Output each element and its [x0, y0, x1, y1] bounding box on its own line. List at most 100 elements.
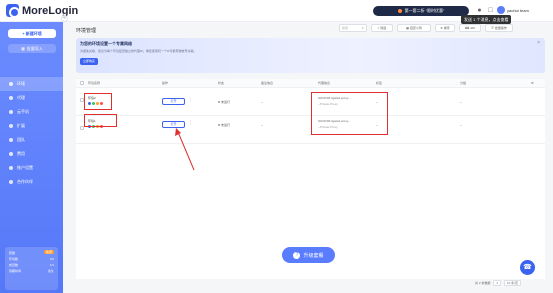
avatar: [497, 6, 505, 14]
select-all-checkbox[interactable]: [80, 81, 84, 85]
batch-label: 批量操作: [494, 26, 507, 30]
group-cell: --: [460, 100, 462, 104]
buy-now-button[interactable]: 立即购买: [80, 58, 99, 65]
team-icon: [9, 138, 13, 142]
status-badge: 未运行: [218, 100, 230, 104]
column-header-proxy: 代理信息: [318, 81, 331, 85]
upgrade-icon: ?: [293, 251, 301, 259]
import-icon: ▦: [21, 46, 25, 51]
column-header-remark: 备注信息: [261, 81, 274, 85]
sidebar-item-proxy[interactable]: 代理: [0, 91, 63, 105]
sidebar-item-extensions[interactable]: 扩展: [0, 119, 63, 133]
column-header-name[interactable]: 环境名称: [88, 81, 100, 85]
annotation-box-proxy: [311, 92, 388, 135]
search-icon: ⚲: [361, 26, 364, 30]
remark-cell: --: [261, 100, 263, 104]
sidebar-item-cloud-phone[interactable]: 云手机: [0, 105, 63, 119]
open-button[interactable]: 打开: [162, 98, 185, 105]
batch-actions-button[interactable]: ☰ 批量操作: [485, 24, 513, 32]
sidebar-item-team[interactable]: 团队: [0, 133, 63, 147]
plan-row-label: 到期时间: [9, 269, 22, 273]
sort-button[interactable]: ⇅ 排序: [435, 24, 455, 32]
sidebar-item-partner[interactable]: 合作伙伴: [0, 175, 63, 189]
status-badge: 未运行: [218, 123, 230, 127]
batch-icon: ☰: [491, 26, 494, 30]
status-text: 未运行: [221, 100, 231, 104]
logo-icon: [6, 4, 20, 18]
notification-tooltip: 发送 1 个消息，点击查看: [461, 15, 512, 24]
cloud-phone-icon: [9, 110, 13, 114]
bulk-import-button[interactable]: ▦ 批量导入: [8, 44, 56, 53]
sort-icon: ⇅: [440, 26, 443, 30]
notification-icon[interactable]: ●: [475, 6, 484, 15]
more-options-icon[interactable]: ⋮: [188, 97, 193, 103]
annotation-box-name-2: [84, 114, 117, 127]
table-header: 环境名称 操作 状态 备注信息 代理信息 标签 分组 ⚙: [76, 79, 545, 88]
app-window: MoreLogin 第一套二折 “限时优惠” ● □ yaohui team 发…: [0, 0, 553, 293]
remark-cell: --: [261, 123, 263, 127]
sidebar-item-label: 费用: [17, 151, 25, 156]
close-icon[interactable]: ×: [537, 40, 540, 46]
api-button[interactable]: ⌨ API: [459, 24, 481, 32]
sidebar-item-label: 扩展: [17, 123, 25, 128]
column-header-tags: 标签: [376, 81, 383, 85]
sidebar-item-settings[interactable]: 账户设置: [0, 161, 63, 175]
custom-columns-button[interactable]: ▦ 自定义列: [397, 24, 431, 32]
promo-text: 第一套二折 “限时优惠”: [404, 8, 445, 13]
collapse-sidebar-icon[interactable]: «: [61, 15, 68, 22]
proxy-promo-banner: 为您的环境设置一个专属网络 为避免关联，建议为每个环境配置独立的代理IP。重复使…: [76, 38, 545, 73]
sidebar-item-label: 合作伙伴: [17, 179, 33, 184]
user-menu[interactable]: yaohui team: [497, 6, 529, 14]
plan-row-value: 永久: [47, 269, 54, 273]
custom-columns-label: 自定义列: [409, 26, 422, 30]
promo-dot-icon: [397, 9, 402, 13]
plan-row: 到期时间 永久: [9, 268, 54, 274]
column-settings-icon[interactable]: ⚙: [531, 81, 534, 85]
window-icon[interactable]: □: [486, 6, 495, 15]
sidebar-item-label: 代理: [17, 95, 25, 100]
filter-label: 筛选: [380, 26, 387, 30]
columns-icon: ▦: [406, 26, 409, 30]
page-title: 环境管理: [76, 28, 97, 34]
column-header-status[interactable]: 状态: [218, 81, 224, 85]
app-name: MoreLogin: [22, 4, 79, 17]
sidebar-nav: 环境 代理 云手机 扩展 团队 费用 账户设置 合作伙伴: [0, 77, 63, 189]
promo-pill[interactable]: 第一套二折 “限时优惠”: [373, 6, 469, 16]
total-count: 共 2 条数据: [475, 281, 491, 285]
group-cell: --: [460, 123, 462, 127]
upgrade-label: 升级套餐: [303, 252, 324, 259]
bulk-import-label: 批量导入: [26, 45, 43, 51]
sidebar-item-billing[interactable]: 费用: [0, 147, 63, 161]
search-input[interactable]: 搜索 ⚲: [339, 24, 367, 32]
proxy-icon: [9, 96, 13, 100]
filter-icon: ▿: [377, 26, 380, 30]
plan-card[interactable]: 套餐 免费 环境数 2/2 成员数 1/1 到期时间 永久: [5, 247, 58, 290]
sidebar-item-label: 云手机: [17, 109, 29, 114]
new-environment-button[interactable]: + 新建环境: [8, 29, 56, 38]
column-header-actions: 操作: [162, 81, 169, 85]
extension-icon: [9, 124, 13, 128]
filter-button[interactable]: ▿ 筛选: [371, 24, 393, 32]
annotation-box-name-1: [84, 93, 112, 110]
sidebar-item-environments[interactable]: 环境: [0, 77, 63, 91]
upgrade-plan-button[interactable]: ? 升级套餐: [282, 247, 335, 263]
sidebar-item-label: 环境: [17, 81, 25, 86]
open-button[interactable]: 打开: [162, 121, 185, 128]
browser-icon: [9, 82, 13, 86]
billing-icon: [9, 152, 13, 156]
plan-badge: 免费: [43, 250, 54, 254]
more-options-icon[interactable]: ⋮: [188, 120, 193, 126]
sidebar-item-label: 团队: [17, 137, 25, 142]
page-number[interactable]: 1: [493, 280, 502, 286]
page-size-select[interactable]: 10 条/页: [504, 280, 522, 286]
headset-icon: ☎: [523, 264, 532, 271]
banner-subtitle: 为避免关联，建议为每个环境配置独立的代理IP。重复使用同一个IP可能导致帐号关联…: [80, 49, 197, 53]
support-button[interactable]: ☎: [520, 260, 535, 275]
sidebar: + 新建环境 ▦ 批量导入 环境 代理 云手机 扩展 团队 费用 账户设置 合作…: [0, 22, 63, 293]
pagination: 共 2 条数据 1 10 条/页: [475, 280, 522, 286]
api-icon: ⌨: [464, 26, 470, 30]
column-header-group: 分组: [460, 81, 467, 85]
user-name: yaohui team: [507, 7, 529, 13]
partner-icon: [9, 180, 13, 184]
api-label: API: [470, 26, 476, 30]
